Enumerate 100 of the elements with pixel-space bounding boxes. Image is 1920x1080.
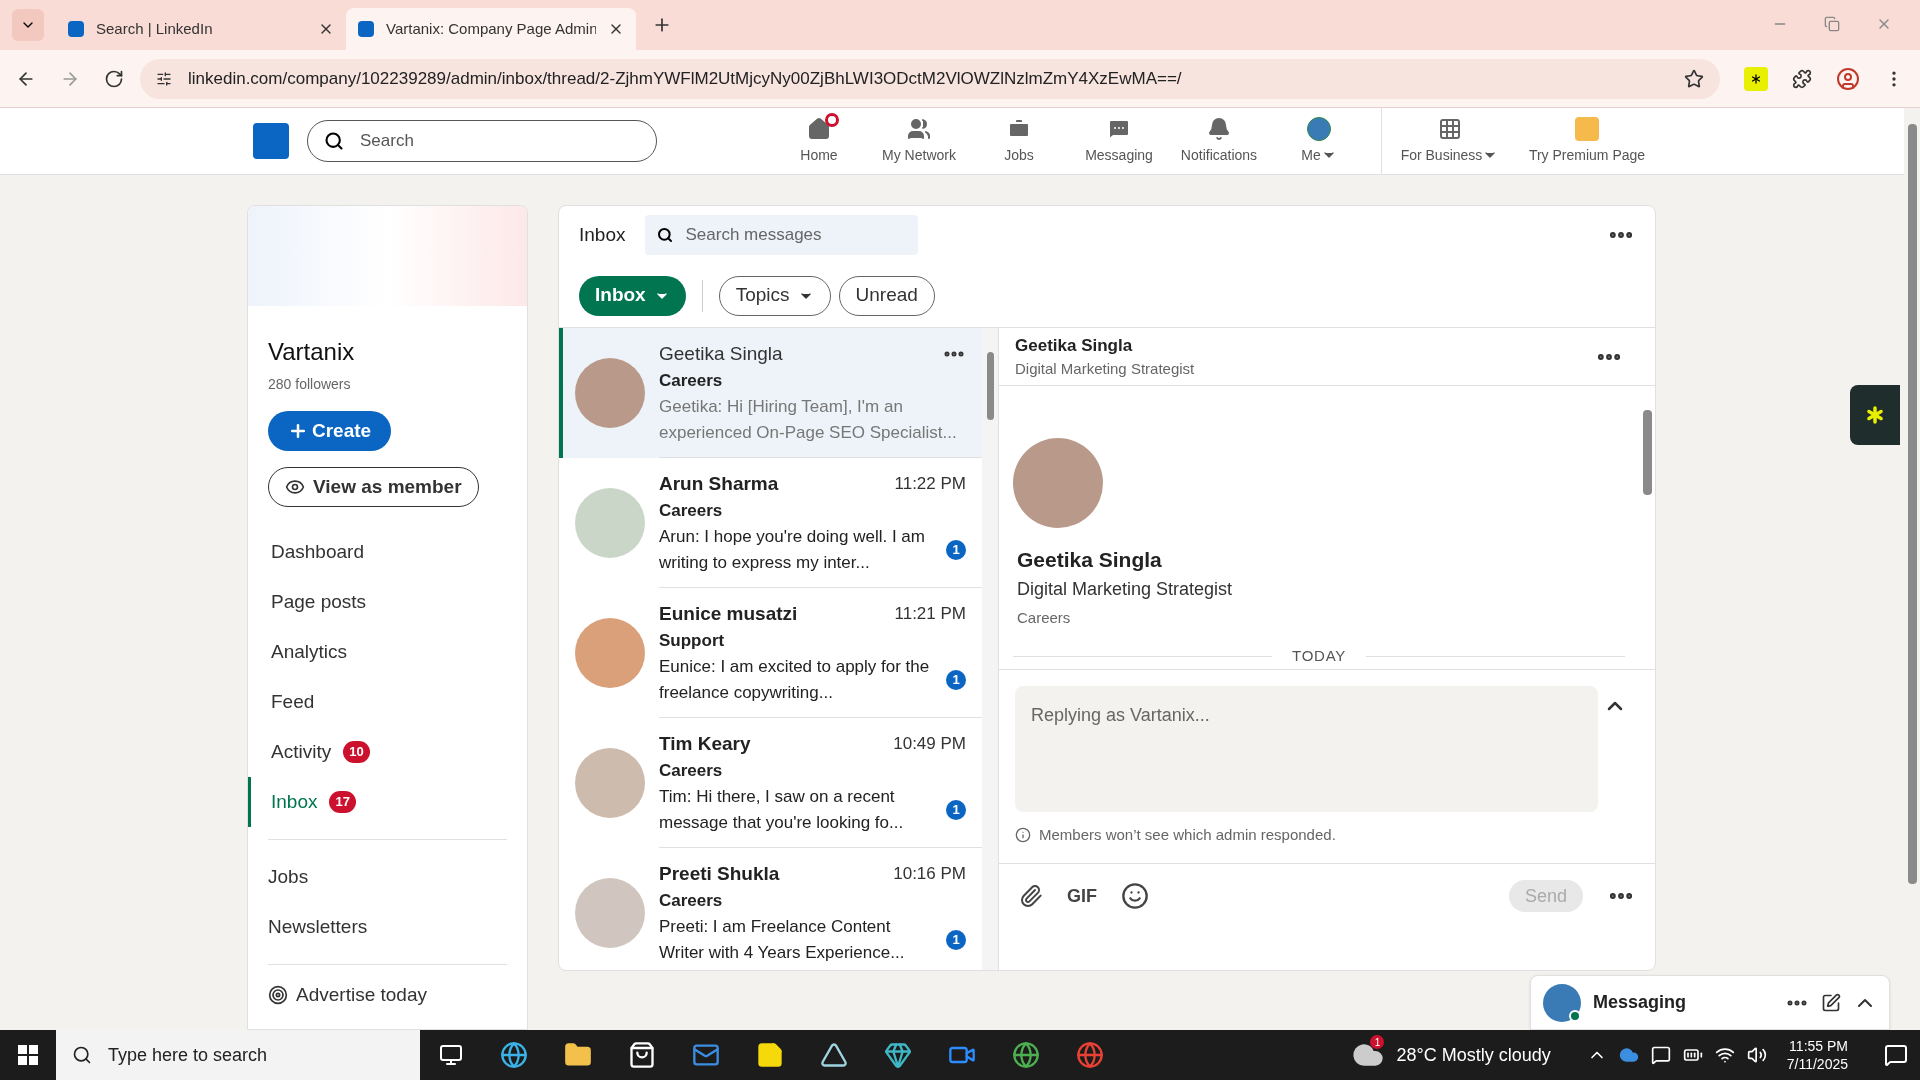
browser-icon[interactable]: [1012, 1041, 1040, 1069]
nav-item[interactable]: For Business: [1382, 108, 1517, 174]
sidebar-nav-item[interactable]: Newsletters: [268, 902, 507, 952]
windows-logo-icon: [18, 1045, 38, 1065]
search-messages-field[interactable]: Search messages: [645, 215, 919, 255]
gif-button[interactable]: GIF: [1067, 882, 1097, 910]
message-time: 11:22 PM: [894, 473, 966, 495]
sidebar-nav-item[interactable]: Analytics: [248, 627, 507, 677]
admin-note: Members won’t see which admin responded.: [1039, 825, 1336, 845]
message-preview: Eunice: I am excited to apply for the freelance copywriting...: [659, 655, 931, 704]
search-icon: [324, 131, 344, 151]
unread-count-badge: 1: [946, 799, 966, 820]
notifications-icon[interactable]: [1884, 1043, 1908, 1067]
task-view-icon[interactable]: [439, 1043, 463, 1067]
sidebar-nav-item[interactable]: Feed: [248, 677, 507, 727]
nav-item[interactable]: Notifications: [1169, 108, 1269, 174]
sidebar-nav-item[interactable]: Dashboard: [248, 527, 507, 577]
count-badge: 10: [343, 741, 370, 763]
sidebar-nav-item[interactable]: Inbox 17: [248, 777, 507, 827]
tab-title: Vartanix: Company Page Admin: [386, 18, 596, 39]
plus-icon: [288, 421, 308, 441]
create-button[interactable]: Create: [268, 411, 392, 451]
address-bar[interactable]: linkedin.com/company/102239289/admin/inbox/thread/2-ZjhmYWFlM2UtMjcyNy00ZjBhLWI3ODctM2VlOWZlNzlmZmY4XzEwMA==/: [140, 58, 1720, 99]
target-icon: [268, 985, 288, 1005]
sender-name: Tim Keary: [659, 731, 751, 756]
nav-item[interactable]: Me: [1269, 108, 1369, 174]
compose-icon[interactable]: [1821, 992, 1841, 1013]
tray-icon[interactable]: [1650, 1045, 1671, 1065]
message-preview: Tim: Hi there, I saw on a recent message that you're looking fo...: [659, 785, 905, 834]
extension-icon[interactable]: [1744, 66, 1768, 91]
cloud-icon[interactable]: [1618, 1045, 1639, 1065]
volume-icon[interactable]: [1746, 1045, 1767, 1065]
message-preview: Arun: I hope you're doing well. I am writing to express my inter...: [659, 525, 926, 574]
unread-count-badge: 1: [946, 669, 966, 690]
bell-icon: [1207, 116, 1231, 141]
avatar: [1543, 983, 1581, 1022]
browser-tab[interactable]: Search | LinkedIn: [56, 8, 346, 50]
attachment-icon[interactable]: [1019, 884, 1043, 908]
search-icon: [657, 227, 674, 243]
filter-pill[interactable]: Inbox: [579, 275, 686, 316]
message-time: 10:49 PM: [893, 733, 966, 755]
app-icon[interactable]: [884, 1041, 912, 1069]
message-preview: Preeti: I am Freelance Content Writer with 4 Years Experience...: [659, 915, 906, 964]
emoji-icon[interactable]: [1121, 882, 1149, 910]
messaging-bar[interactable]: Messaging: [1530, 975, 1890, 1030]
count-badge: 17: [329, 791, 356, 813]
unread-count-badge: 1: [946, 929, 966, 950]
profile-name: Geetika Singla: [1017, 547, 1163, 573]
conversation-item[interactable]: Tim Keary 10:49 PM Careers Tim: Hi there, I saw on a recent message that you're looking fo... 1: [559, 718, 982, 848]
message-preview: Geetika: Hi [Hiring Team], I'm an experienced On-Page SEO Specialist...: [659, 395, 958, 444]
site-settings-icon[interactable]: [156, 70, 172, 87]
folder-icon[interactable]: [564, 1041, 592, 1069]
people-icon: [907, 116, 931, 141]
sender-name: Geetika Singla: [659, 341, 783, 366]
floating-widget[interactable]: [1850, 385, 1900, 445]
advertise-link[interactable]: Advertise today: [268, 977, 507, 1013]
grid-icon: [1437, 116, 1462, 141]
conversation-item[interactable]: Arun Sharma 11:22 PM Careers Arun: I hope you're doing well. I am writing to express my inter... 1: [559, 458, 982, 588]
network-icon[interactable]: [1714, 1045, 1735, 1065]
taskbar-search-field[interactable]: Type here to search: [56, 1030, 420, 1080]
date-divider: TODAY: [1292, 646, 1347, 666]
topic-label: Support: [659, 630, 726, 652]
home-icon: [807, 116, 831, 141]
clock-time: 11:55 PM: [1789, 1037, 1848, 1055]
reload-icon[interactable]: [104, 68, 124, 89]
nav-item[interactable]: My Network: [869, 108, 969, 174]
page-name: Vartanix: [268, 337, 356, 367]
sidebar-nav-item[interactable]: Jobs: [268, 852, 507, 902]
sender-name: Preeti Shukla: [659, 861, 780, 886]
search-icon: [72, 1045, 92, 1065]
extensions-icon[interactable]: [1792, 68, 1812, 89]
browser-icon[interactable]: [500, 1041, 528, 1069]
url-text: linkedin.com/company/102239289/admin/inbox/thread/2-ZjhmYWFlM2UtMjcyNy00ZjBhLWI3ODctM2VlOWZlNzlmZmY4XzEwMA==/: [188, 67, 1182, 90]
nav-item[interactable]: Try Premium Page: [1517, 108, 1657, 174]
clock-date: 7/11/2025: [1786, 1055, 1848, 1073]
nav-item[interactable]: Home: [769, 108, 869, 174]
store-icon[interactable]: [628, 1041, 656, 1069]
conversation-item[interactable]: Geetika Singla Careers Geetika: Hi [Hiring Team], I'm an experienced On-Page SEO Specialist...: [559, 328, 982, 458]
bookmark-star-icon[interactable]: [1684, 68, 1704, 89]
tab-list-button[interactable]: [12, 9, 44, 41]
conversation-item[interactable]: Preeti Shukla 10:16 PM Careers Preeti: I am Freelance Content Writer with 4 Years Experience... 1: [559, 848, 982, 970]
restore-icon[interactable]: [1824, 16, 1840, 32]
browser-icon[interactable]: [1076, 1041, 1104, 1069]
nav-item[interactable]: Messaging: [1069, 108, 1169, 174]
browser-tab[interactable]: Vartanix: Company Page Admin: [346, 8, 636, 50]
sticky-note-icon[interactable]: [756, 1041, 784, 1069]
sidebar-nav-item[interactable]: Activity 10: [248, 727, 507, 777]
linkedin-logo: [358, 21, 374, 37]
sidebar-nav-item[interactable]: Page posts: [248, 577, 507, 627]
profile-icon[interactable]: [1836, 66, 1860, 91]
reply-field[interactable]: Replying as Vartanix...: [1015, 686, 1598, 812]
sender-name: Arun Sharma: [659, 471, 779, 496]
scrollbar[interactable]: [982, 328, 998, 970]
weather-text[interactable]: 28°C Mostly cloudy: [1396, 1041, 1551, 1069]
search-placeholder: Type here to search: [108, 1043, 268, 1067]
nav-item[interactable]: Jobs: [969, 108, 1069, 174]
conversation-item[interactable]: Eunice musatzi 11:21 PM Support Eunice: I am excited to apply for the freelance copywriting... 1: [559, 588, 982, 718]
app-icon[interactable]: [820, 1041, 848, 1069]
topic-label: Careers: [659, 760, 724, 782]
topic-label: Careers: [659, 370, 724, 392]
